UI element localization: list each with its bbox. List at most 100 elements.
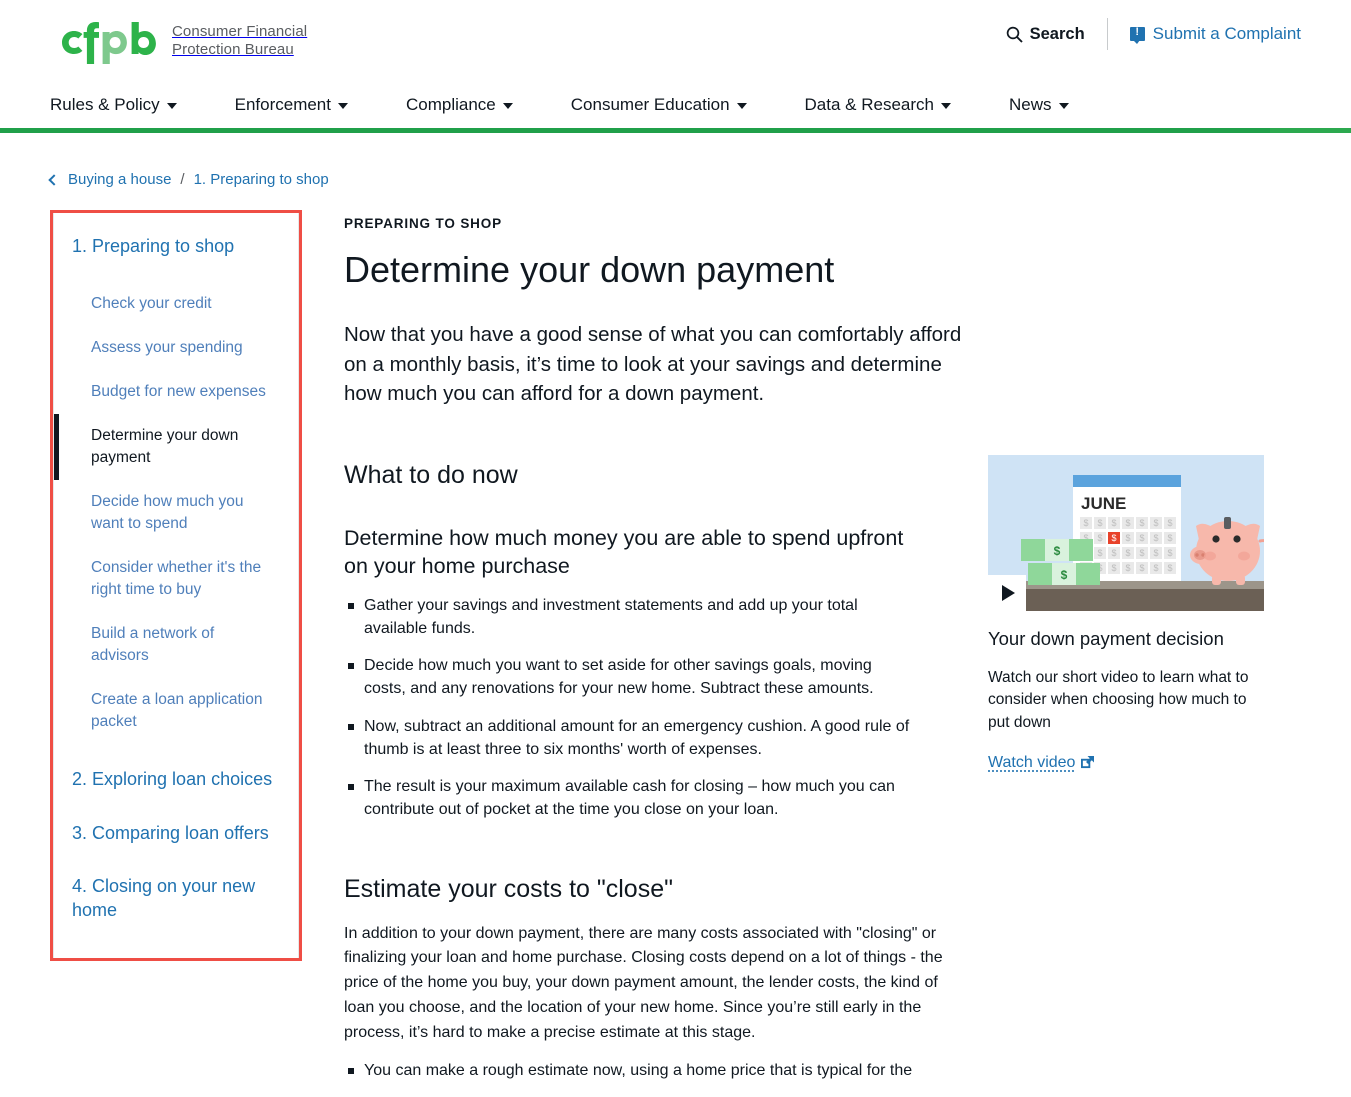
nav-item-rules-policy[interactable]: Rules & Policy xyxy=(50,95,177,115)
watch-video-label: Watch video xyxy=(988,754,1075,772)
chevron-down-icon xyxy=(503,103,513,109)
sidebar-item-determine-your-down-payment[interactable]: Determine your down payment xyxy=(54,414,298,480)
subsection-heading-determine-spend: Determine how much money you are able to… xyxy=(344,524,904,581)
submit-complaint-label: Submit a Complaint xyxy=(1153,24,1301,44)
svg-text:$: $ xyxy=(1139,518,1144,528)
nav-item-consumer-education[interactable]: Consumer Education xyxy=(571,95,747,115)
sidebar-section-exploring-loan-choices[interactable]: 2. Exploring loan choices xyxy=(54,762,298,797)
nav-item-news[interactable]: News xyxy=(1009,95,1069,115)
logo-wordmark-text: Consumer Financial Protection Bureau xyxy=(172,23,307,60)
sidebar-inner: 1. Preparing to shop Check your credit A… xyxy=(53,213,299,958)
piggy-bank-calendar-cash-illustration: JUNE xyxy=(988,455,1264,611)
nav-label: Rules & Policy xyxy=(50,95,160,115)
svg-text:$: $ xyxy=(1083,518,1088,528)
svg-text:$: $ xyxy=(1111,563,1116,573)
svg-text:$: $ xyxy=(1097,518,1102,528)
nav-item-data-research[interactable]: Data & Research xyxy=(805,95,951,115)
svg-text:$: $ xyxy=(1111,548,1116,558)
primary-navigation: Rules & Policy Enforcement Compliance Co… xyxy=(0,82,1351,128)
svg-text:$: $ xyxy=(1153,533,1158,543)
chevron-down-icon xyxy=(167,103,177,109)
external-link-icon xyxy=(1081,756,1094,769)
svg-text:JUNE: JUNE xyxy=(1081,494,1126,513)
sidebar-item-consider-whether-right-time-to-buy[interactable]: Consider whether it's the right time to … xyxy=(54,546,298,612)
chevron-down-icon xyxy=(737,103,747,109)
sidebar-section-comparing-loan-offers[interactable]: 3. Comparing loan offers xyxy=(54,816,298,851)
what-to-do-now-list: Gather your savings and investment state… xyxy=(344,595,914,822)
estimate-costs-paragraph: In addition to your down payment, there … xyxy=(344,922,964,1046)
svg-text:$: $ xyxy=(1153,563,1158,573)
sidebar-item-assess-your-spending[interactable]: Assess your spending xyxy=(54,326,298,370)
chevron-left-icon[interactable] xyxy=(48,174,59,185)
svg-text:$: $ xyxy=(1125,563,1130,573)
section-heading-estimate-costs-to-close: Estimate your costs to "close" xyxy=(344,875,964,904)
page-title: Determine your down payment xyxy=(344,249,964,290)
svg-text:$: $ xyxy=(1153,518,1158,528)
sidebar-item-create-a-loan-application-packet[interactable]: Create a loan application packet xyxy=(54,678,298,744)
video-callout-card: JUNE xyxy=(988,455,1264,772)
svg-text:$: $ xyxy=(1167,518,1172,528)
search-icon xyxy=(1006,26,1023,43)
video-title: Your down payment decision xyxy=(988,627,1264,651)
sidebar-item-decide-how-much-you-want-to-spend[interactable]: Decide how much you want to spend xyxy=(54,480,298,546)
breadcrumb: Buying a house / 1. Preparing to shop xyxy=(0,133,1351,188)
svg-text:$: $ xyxy=(1139,563,1144,573)
svg-text:$: $ xyxy=(1139,533,1144,543)
sidebar-section-preparing-to-shop[interactable]: 1. Preparing to shop xyxy=(54,235,298,264)
search-button[interactable]: Search xyxy=(1006,25,1107,44)
svg-text:$: $ xyxy=(1111,533,1116,543)
cfpb-logo[interactable]: Consumer Financial Protection Bureau xyxy=(50,19,307,64)
nav-item-compliance[interactable]: Compliance xyxy=(406,95,513,115)
nav-label: Consumer Education xyxy=(571,95,730,115)
accent-bar-right xyxy=(1270,128,1351,133)
estimate-costs-list: You can make a rough estimate now, using… xyxy=(344,1060,914,1083)
submit-complaint-link[interactable]: Submit a Complaint xyxy=(1108,24,1301,44)
svg-text:$: $ xyxy=(1097,533,1102,543)
svg-text:$: $ xyxy=(1054,544,1061,558)
svg-text:$: $ xyxy=(1139,548,1144,558)
sidebar-item-budget-for-new-expenses[interactable]: Budget for new expenses xyxy=(54,370,298,414)
sidebar-item-check-your-credit[interactable]: Check your credit xyxy=(54,282,298,326)
svg-text:$: $ xyxy=(1125,518,1130,528)
play-icon[interactable] xyxy=(988,575,1026,611)
breadcrumb-current-link[interactable]: 1. Preparing to shop xyxy=(194,171,329,188)
watch-video-link[interactable]: Watch video xyxy=(988,754,1094,772)
nav-label: Enforcement xyxy=(235,95,331,115)
list-item: You can make a rough estimate now, using… xyxy=(344,1060,914,1083)
list-item: Decide how much you want to set aside fo… xyxy=(344,655,914,700)
svg-text:$: $ xyxy=(1125,533,1130,543)
alert-flag-icon xyxy=(1130,27,1145,41)
sidebar-section-closing-on-your-new-home[interactable]: 4. Closing on your new home xyxy=(54,869,298,928)
cfpb-logo-mark xyxy=(50,19,158,64)
nav-label: Compliance xyxy=(406,95,496,115)
article-column: PREPARING TO SHOP Determine your down pa… xyxy=(344,210,964,1097)
header-utility-links: Search Submit a Complaint xyxy=(1006,18,1301,50)
breadcrumb-parent-link[interactable]: Buying a house xyxy=(68,171,171,188)
chevron-down-icon xyxy=(941,103,951,109)
nav-label: News xyxy=(1009,95,1052,115)
nav-label: Data & Research xyxy=(805,95,934,115)
list-item: Gather your savings and investment state… xyxy=(344,595,914,640)
svg-text:$: $ xyxy=(1097,548,1102,558)
svg-text:$: $ xyxy=(1111,518,1116,528)
main-region: PREPARING TO SHOP Determine your down pa… xyxy=(344,210,1301,1097)
list-item: Now, subtract an additional amount for a… xyxy=(344,716,914,761)
section-heading-what-to-do-now: What to do now xyxy=(344,461,964,490)
chevron-down-icon xyxy=(1059,103,1069,109)
svg-text:$: $ xyxy=(1167,563,1172,573)
svg-text:$: $ xyxy=(1167,548,1172,558)
secondary-navigation-sidebar: 1. Preparing to shop Check your credit A… xyxy=(50,210,302,961)
nav-item-enforcement[interactable]: Enforcement xyxy=(235,95,348,115)
search-label: Search xyxy=(1030,25,1085,44)
svg-text:$: $ xyxy=(1125,548,1130,558)
page-eyebrow: PREPARING TO SHOP xyxy=(344,216,964,231)
sidebar-item-build-a-network-of-advisors[interactable]: Build a network of advisors xyxy=(54,612,298,678)
page-intro: Now that you have a good sense of what y… xyxy=(344,320,964,407)
video-thumbnail[interactable]: JUNE xyxy=(988,455,1264,611)
list-item: The result is your maximum available cas… xyxy=(344,776,914,821)
svg-text:$: $ xyxy=(1153,548,1158,558)
svg-text:$: $ xyxy=(1061,568,1068,582)
svg-text:$: $ xyxy=(1167,533,1172,543)
chevron-down-icon xyxy=(338,103,348,109)
site-header: Consumer Financial Protection Bureau Sea… xyxy=(0,0,1351,82)
